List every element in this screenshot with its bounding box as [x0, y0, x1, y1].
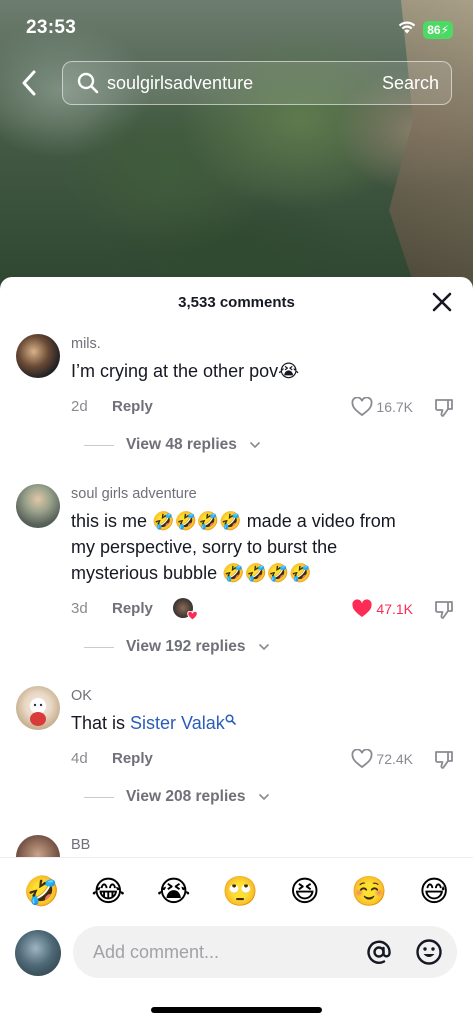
view-replies-button[interactable]: View 192 replies	[84, 638, 270, 656]
comment-date: 4d	[71, 749, 88, 767]
view-replies-button[interactable]: View 208 replies	[84, 788, 270, 806]
search-small-icon[interactable]	[225, 714, 236, 725]
chevron-left-icon	[22, 70, 36, 96]
thumbs-down-icon	[435, 751, 453, 769]
dislike-button[interactable]	[433, 749, 455, 776]
emoji-sob[interactable]: 😭	[157, 875, 191, 909]
reply-button[interactable]: Reply	[112, 600, 153, 617]
comment-text: I’m crying at the other pov😭	[71, 361, 300, 381]
status-time: 23:53	[26, 17, 77, 38]
close-icon[interactable]	[431, 291, 453, 313]
emoji-eye-roll[interactable]: 🙄	[222, 875, 258, 909]
video-background	[0, 0, 473, 300]
comment-username[interactable]: soul girls adventure	[71, 486, 453, 502]
comment-input[interactable]: Add comment...	[73, 926, 457, 978]
like-count: 72.4K	[376, 751, 413, 767]
wifi-icon	[397, 19, 417, 40]
reply-button[interactable]: Reply	[112, 398, 153, 415]
thumbs-down-icon	[435, 601, 453, 619]
heart-filled-icon	[352, 599, 373, 617]
thumbs-down-icon	[435, 399, 453, 417]
search-icon	[77, 72, 99, 94]
chevron-down-icon	[258, 793, 269, 801]
back-button[interactable]	[16, 68, 42, 98]
dislike-button[interactable]	[433, 397, 455, 424]
comment-date: 3d	[71, 599, 88, 617]
heart-outline-icon	[351, 749, 373, 769]
emoji-relaxed[interactable]: ☺️	[351, 875, 387, 909]
my-avatar[interactable]	[15, 930, 61, 976]
comment-text: That is Sister Valak	[71, 710, 453, 736]
avatar[interactable]	[16, 334, 60, 378]
comment-username[interactable]: mils.	[71, 336, 453, 352]
like-button[interactable]: 72.4K	[351, 749, 413, 769]
comment-input-placeholder[interactable]: Add comment...	[93, 942, 365, 963]
reply-button[interactable]: Reply	[112, 750, 153, 767]
emoji-sweat-smile[interactable]: 😅	[419, 875, 449, 909]
emoji-joy[interactable]: 😂	[91, 875, 125, 909]
avatar[interactable]	[16, 484, 60, 528]
comment-count: 3,533 comments	[178, 293, 295, 311]
comment-text: this is me 🤣🤣🤣🤣 made a video from my per…	[71, 511, 396, 583]
like-button[interactable]: 16.7K	[351, 397, 413, 417]
creator-liked-avatar	[172, 598, 198, 621]
comment-username[interactable]: OK	[71, 688, 453, 704]
like-count: 47.1K	[376, 601, 413, 617]
like-count: 16.7K	[376, 399, 413, 415]
home-indicator	[151, 1007, 322, 1013]
heart-small-icon	[187, 611, 198, 621]
chevron-down-icon	[249, 441, 260, 449]
avatar[interactable]	[16, 686, 60, 730]
comment-input-row: Add comment...	[0, 925, 473, 995]
emoji-laughing[interactable]: 😆	[290, 875, 320, 909]
emoji-rofl[interactable]: 🤣	[24, 875, 60, 909]
comment-date: 2d	[71, 397, 88, 415]
comment-username[interactable]: BB	[71, 837, 453, 853]
like-button[interactable]: 47.1K	[351, 599, 413, 619]
search-query[interactable]: soulgirlsadventure	[107, 73, 382, 94]
status-icons: 86⚡	[397, 19, 453, 40]
avatar-character-icon	[30, 698, 46, 726]
comments-header: 3,533 comments	[0, 277, 473, 327]
battery-indicator: 86⚡	[423, 20, 453, 39]
view-replies-button[interactable]: View 48 replies	[84, 436, 261, 454]
search-button[interactable]: Search	[382, 73, 439, 94]
heart-outline-icon	[351, 397, 373, 417]
emoji-picker-icon[interactable]	[415, 938, 443, 966]
chevron-down-icon	[258, 643, 269, 651]
dislike-button[interactable]	[433, 599, 455, 626]
search-link[interactable]: Sister Valak	[130, 713, 225, 733]
search-bar[interactable]: soulgirlsadventure Search	[62, 61, 452, 105]
emoji-quick-bar: 🤣 😂 😭 🙄 😆 ☺️ 😅	[0, 857, 473, 925]
mention-icon[interactable]	[365, 938, 393, 966]
